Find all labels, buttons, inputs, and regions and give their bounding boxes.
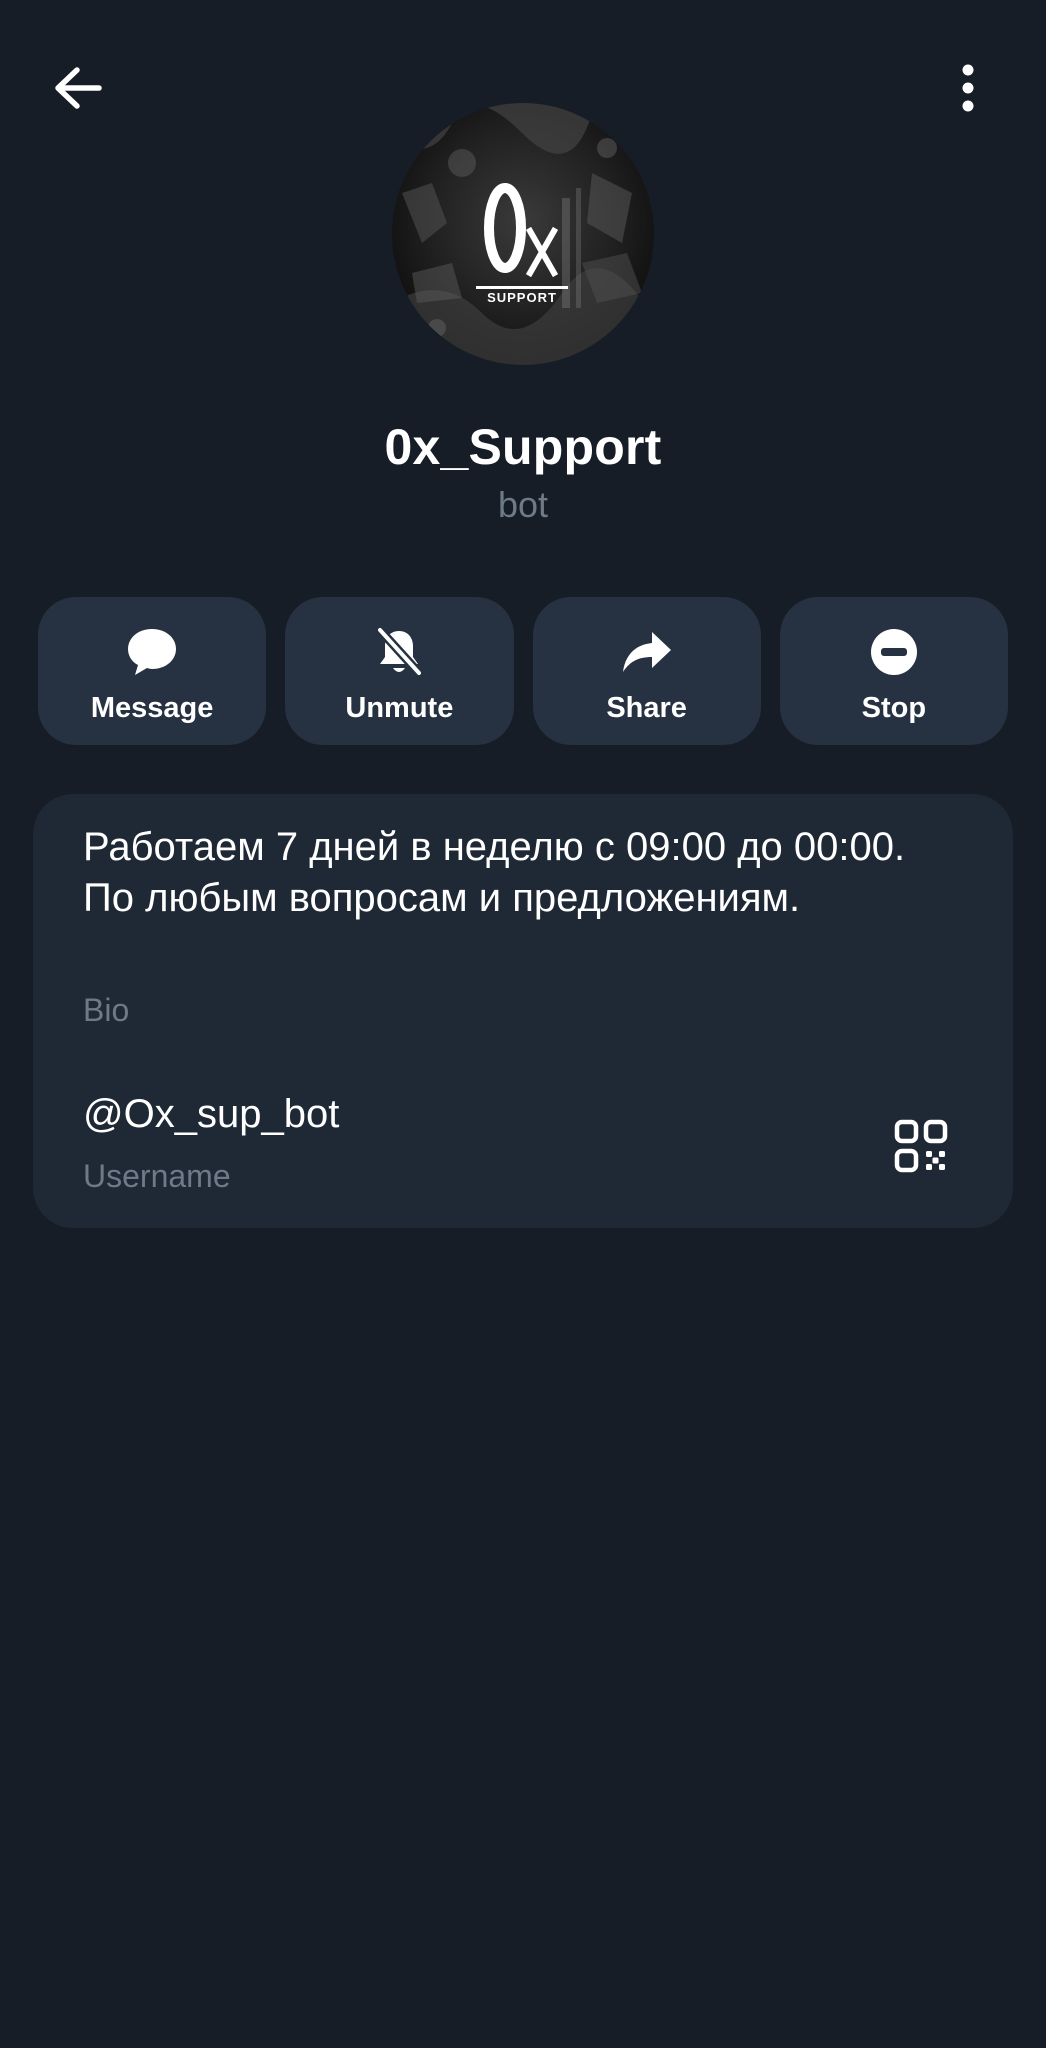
username-label: Username [83,1158,231,1194]
more-menu-button[interactable] [930,50,1006,126]
bio-label: Bio [83,992,130,1028]
chat-bubble-icon [128,628,177,675]
share-button-label: Share [606,691,687,724]
profile-screen: SUPPORT 0x_Support bot Message Unmute Sh… [0,0,1046,2048]
qr-code-button[interactable] [889,1114,953,1178]
username-value[interactable]: @Ox_sup_bot [83,1092,339,1137]
message-button[interactable]: Message [38,597,267,745]
unmute-button[interactable]: Unmute [285,597,514,745]
share-arrow-icon [622,631,671,672]
stop-button[interactable]: Stop [779,597,1008,745]
bell-off-icon [375,625,424,677]
back-button[interactable] [40,50,116,126]
arrow-left-icon [55,67,102,109]
share-button[interactable]: Share [532,597,761,745]
bio-text[interactable]: Работаем 7 дней в неделю с 09:00 до 00:0… [83,822,923,924]
svg-text:SUPPORT: SUPPORT [487,290,557,305]
qr-code-icon [894,1119,948,1173]
stop-button-label: Stop [861,691,927,724]
unmute-button-label: Unmute [345,691,454,724]
action-buttons: Message Unmute Share Stop [38,597,1008,745]
avatar[interactable]: SUPPORT [392,103,654,365]
avatar-logo: SUPPORT [392,103,654,365]
message-button-label: Message [90,691,214,724]
stop-circle-icon [870,628,917,675]
profile-info-card: Работаем 7 дней в неделю с 09:00 до 00:0… [33,794,1013,1228]
profile-subtitle: bot [497,484,549,525]
more-vertical-icon [962,64,974,112]
profile-name: 0x_Support [384,419,662,475]
